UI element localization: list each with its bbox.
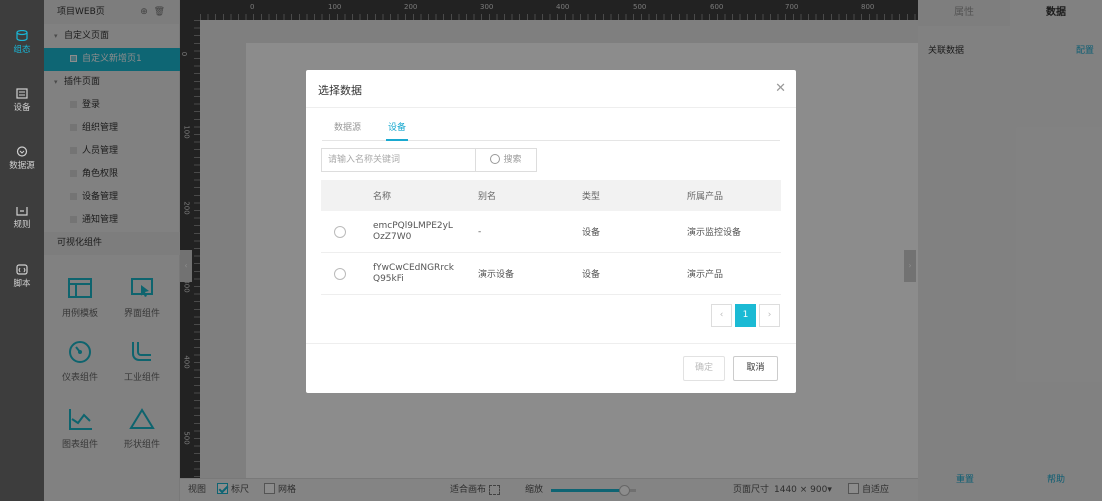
cell-type: 设备 xyxy=(582,228,601,238)
cell-product: 演示产品 xyxy=(687,270,724,280)
nav-label: 规则 xyxy=(13,220,31,230)
dialog-tabs: 数据源 设备 xyxy=(322,121,780,141)
nav-label: 设备 xyxy=(13,103,31,113)
rule-icon xyxy=(16,207,28,216)
dialog-footer xyxy=(306,343,796,344)
cell-alias: 演示设备 xyxy=(478,270,515,280)
left-nav: 组态 设备 数据源 规则 脚本 xyxy=(0,0,44,501)
nav-label: 数据源 xyxy=(9,161,35,171)
nav-item-device[interactable]: 设备 xyxy=(0,88,44,113)
cancel-button[interactable]: 取消 xyxy=(733,356,778,381)
select-data-dialog: 选择数据 ✕ 数据源 设备 请输入名称关键词 搜索 名称 别名 类型 所属产品 … xyxy=(306,70,796,393)
cell-product: 演示监控设备 xyxy=(687,228,742,238)
column-header: 名称 xyxy=(373,192,392,202)
database-icon xyxy=(16,30,28,41)
nav-label: 脚本 xyxy=(13,279,31,289)
dialog-title: 选择数据 xyxy=(318,84,362,97)
search-icon xyxy=(490,153,501,164)
nav-item-script[interactable]: 脚本 xyxy=(0,264,44,289)
prev-page-button[interactable]: ‹ xyxy=(711,304,732,327)
nav-item-config[interactable]: 组态 xyxy=(0,30,44,55)
row-radio[interactable] xyxy=(334,267,346,280)
cell-alias: - xyxy=(478,226,482,237)
column-header: 别名 xyxy=(478,192,497,202)
modal-backdrop-right xyxy=(918,0,1102,501)
search-button-label: 搜索 xyxy=(503,155,522,165)
column-header: 类型 xyxy=(582,192,601,202)
table-row[interactable]: fYwCwCEdNGRrckQ95kFi 演示设备 设备 演示产品 xyxy=(321,253,781,295)
datasource-icon xyxy=(16,146,28,157)
confirm-button[interactable]: 确定 xyxy=(683,356,725,381)
device-icon xyxy=(16,88,28,99)
next-page-button[interactable]: › xyxy=(759,304,780,327)
cell-name: emcPQl9LMPE2yLOzZ7W0 xyxy=(373,220,453,242)
table-header: 名称 别名 类型 所属产品 xyxy=(321,180,781,211)
nav-label: 组态 xyxy=(13,45,31,55)
row-radio[interactable] xyxy=(334,225,346,238)
script-icon xyxy=(16,264,28,275)
nav-item-datasource[interactable]: 数据源 xyxy=(0,146,44,171)
page-button-current[interactable]: 1 xyxy=(735,304,756,327)
nav-item-rule[interactable]: 规则 xyxy=(0,205,44,230)
table-row[interactable]: emcPQl9LMPE2yLOzZ7W0 - 设备 演示监控设备 xyxy=(321,211,781,253)
search-button[interactable]: 搜索 xyxy=(475,148,537,172)
device-table: 名称 别名 类型 所属产品 emcPQl9LMPE2yLOzZ7W0 - 设备 … xyxy=(321,180,781,295)
cell-type: 设备 xyxy=(582,270,601,280)
cell-name: fYwCwCEdNGRrckQ95kFi xyxy=(373,262,454,284)
tab-datasource[interactable]: 数据源 xyxy=(334,121,361,141)
search-input[interactable]: 请输入名称关键词 xyxy=(321,148,476,172)
close-icon[interactable]: ✕ xyxy=(775,81,786,96)
column-header: 所属产品 xyxy=(687,192,724,202)
tab-device[interactable]: 设备 xyxy=(386,121,409,141)
modal-backdrop-left xyxy=(44,0,180,501)
